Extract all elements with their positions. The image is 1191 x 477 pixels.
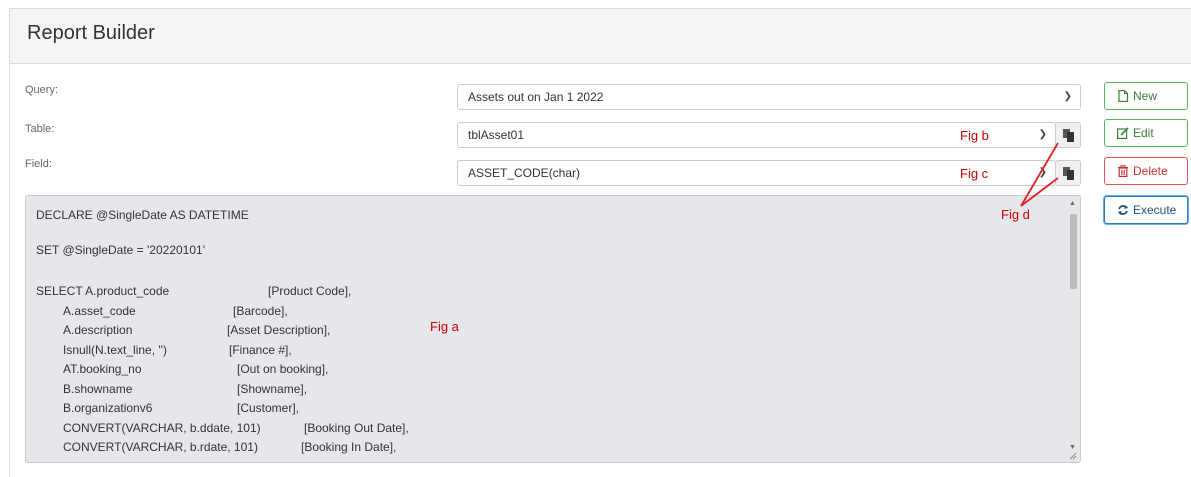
execute-button[interactable]: Execute (1104, 196, 1188, 224)
annotation-fig-a: Fig a (430, 319, 459, 334)
scroll-down-icon[interactable]: ▼ (1069, 444, 1076, 451)
table-label: Table: (25, 123, 55, 135)
chevron-down-icon: ❯ (1063, 91, 1072, 102)
code-alias: [Booking Out Date], (304, 421, 409, 435)
code-alias: [Finance #], (229, 343, 292, 357)
edit-button-label: Edit (1133, 126, 1154, 140)
code-line: AT.booking_no (63, 362, 142, 376)
field-label: Field: (25, 158, 52, 170)
new-button-label: New (1133, 89, 1158, 103)
query-select-value: Assets out on Jan 1 2022 (468, 90, 604, 104)
page-title: Report Builder (27, 22, 155, 44)
sql-editor[interactable]: DECLARE @SingleDate AS DATETIME SET @Sin… (25, 195, 1081, 463)
code-line: DECLARE @SingleDate AS DATETIME (36, 208, 249, 222)
query-select[interactable]: Assets out on Jan 1 2022 ❯ (457, 84, 1081, 110)
execute-button-label: Execute (1133, 203, 1177, 217)
refresh-icon (1118, 205, 1128, 215)
code-line: B.showname (63, 382, 133, 396)
annotation-fig-b: Fig b (960, 128, 989, 143)
field-select-value: ASSET_CODE(char) (468, 166, 581, 180)
delete-button[interactable]: Delete (1104, 157, 1188, 185)
code-alias: [Out on booking], (237, 362, 329, 376)
code-line: B.organizationv6 (63, 401, 153, 415)
code-alias: [Barcode], (233, 304, 288, 318)
code-line: Isnull(N.text_line, '') (63, 343, 167, 357)
code-alias: [Product Code], (268, 284, 352, 298)
editor-scrollbar[interactable]: ▲ ▼ (1068, 200, 1078, 458)
delete-button-label: Delete (1133, 164, 1168, 178)
code-alias: [Customer], (237, 401, 300, 415)
resize-grip-icon[interactable] (1069, 452, 1077, 460)
code-line: A.asset_code (63, 304, 136, 318)
code-line: SET @SingleDate = '20220101' (36, 243, 205, 257)
code-line: CONVERT(VARCHAR, b.ddate, 101) (63, 421, 261, 435)
query-label: Query: (25, 84, 59, 96)
panel-heading: Report Builder (10, 9, 1191, 64)
edit-button[interactable]: Edit (1104, 119, 1188, 147)
chevron-down-icon: ❯ (1038, 129, 1047, 140)
code-alias: [Booking In Date], (301, 440, 397, 454)
code-alias: [Asset Description], (227, 323, 331, 337)
table-select-value: tblAsset01 (468, 128, 525, 142)
file-icon (1118, 90, 1129, 102)
annotation-arrows (1020, 142, 1059, 207)
scroll-up-icon[interactable]: ▲ (1069, 200, 1076, 207)
code-line: A.description (63, 323, 133, 337)
edit-icon (1117, 127, 1129, 139)
trash-icon (1118, 165, 1128, 177)
new-button[interactable]: New (1104, 82, 1188, 110)
annotation-fig-c: Fig c (960, 166, 989, 181)
code-line: CONVERT(VARCHAR, b.rdate, 101) (63, 440, 258, 454)
code-alias: [Showname], (237, 382, 308, 396)
code-line: SELECT A.product_code (36, 284, 170, 298)
scroll-thumb[interactable] (1070, 214, 1077, 289)
